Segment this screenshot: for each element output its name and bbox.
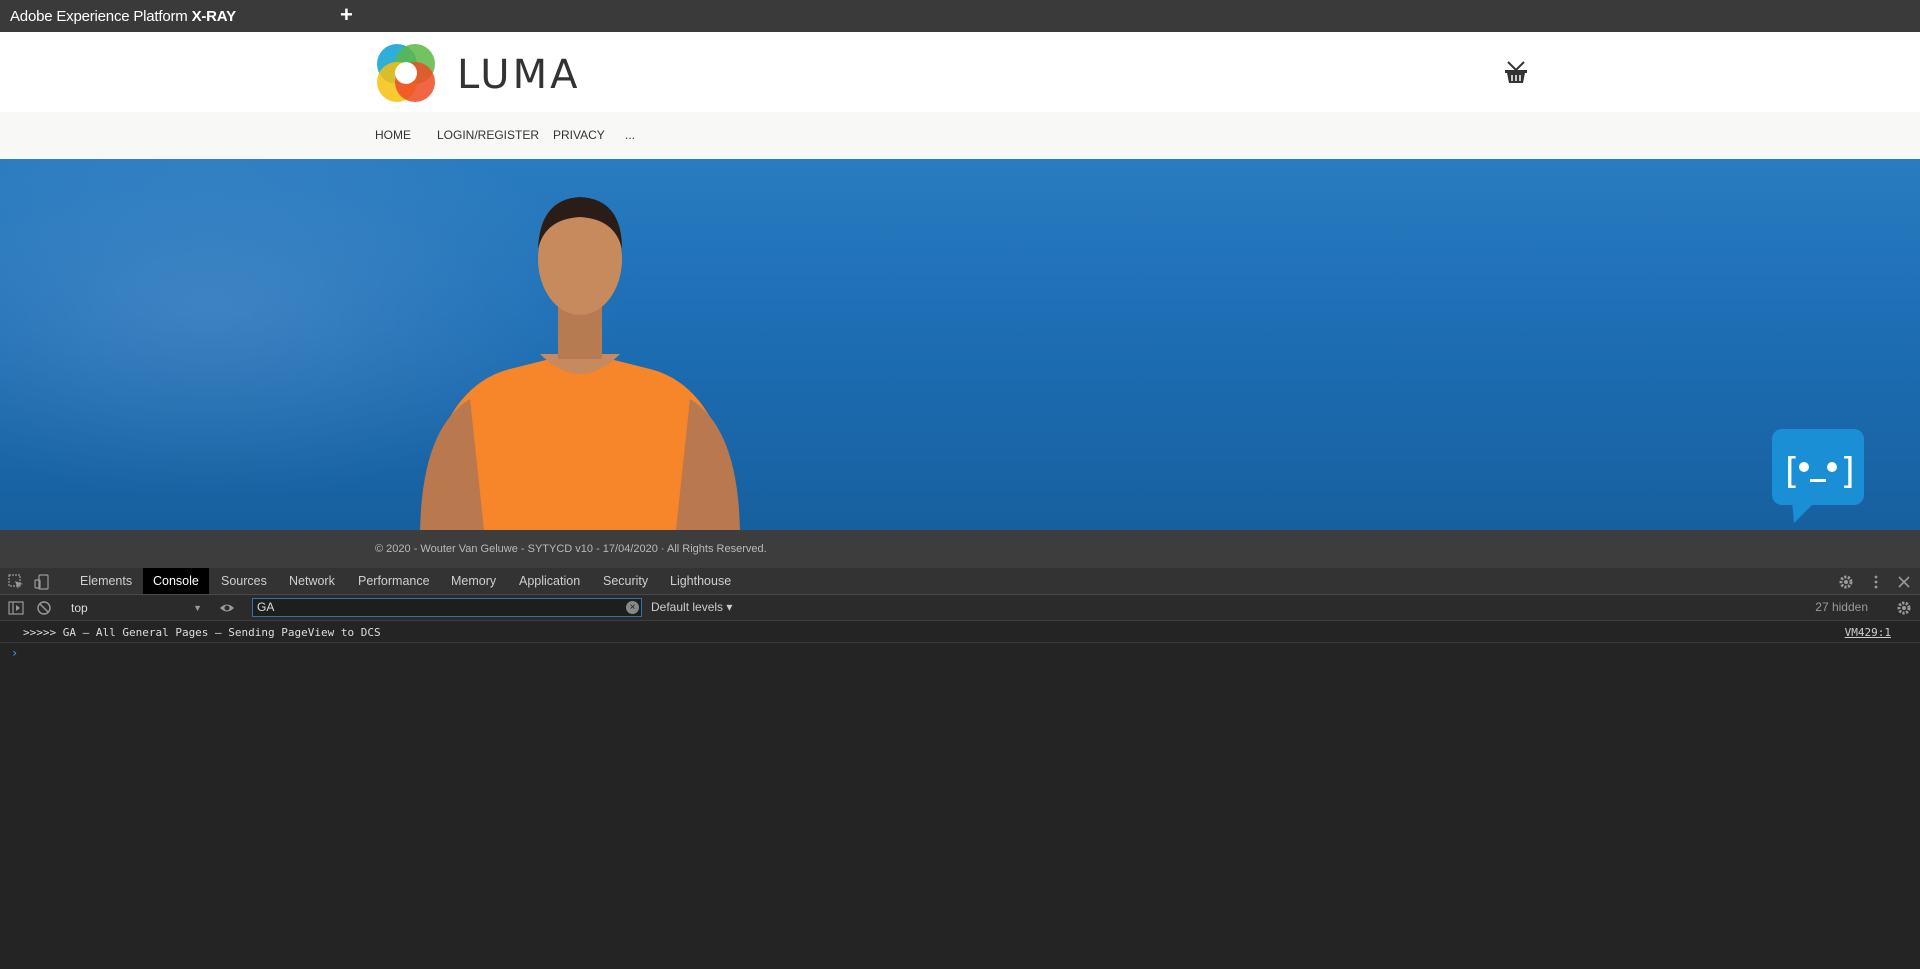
tab-lighthouse[interactable]: Lighthouse [660,568,741,594]
nav-login-register[interactable]: LOGIN/REGISTER [437,128,539,142]
log-levels-dropdown[interactable]: Default levels ▾ [651,600,732,614]
console-message-text: >>>>> GA – All General Pages – Sending P… [23,626,381,639]
device-toolbar-icon[interactable] [34,574,50,590]
close-icon[interactable] [1896,574,1912,590]
app-title: Adobe Experience Platform X-RAY [10,8,236,25]
luma-logo[interactable]: LUMA [375,42,585,106]
devtools-panel: Elements Console Sources Network Perform… [0,568,1920,969]
nav-home[interactable]: HOME [375,128,411,142]
console-settings-gear-icon[interactable] [1896,600,1912,616]
console-toolbar: top ▼ GA × Default levels ▾ 27 hidden [0,595,1920,621]
app-title-bar: Adobe Experience Platform X-RAY + [0,0,1920,32]
hidden-messages-count: 27 hidden [1815,600,1868,614]
settings-gear-icon[interactable] [1838,574,1854,590]
nav-privacy[interactable]: PRIVACY [553,128,605,142]
console-filter-input[interactable]: GA [252,598,642,617]
chatbot-icon[interactable]: [ ] [1772,429,1864,523]
hero-person-image [420,197,740,530]
tab-memory[interactable]: Memory [441,568,506,594]
clear-filter-icon[interactable]: × [626,601,639,614]
nav-more[interactable]: ... [625,128,635,142]
footer-copyright: © 2020 - Wouter Van Geluwe - SYTYCD v10 … [375,543,767,555]
console-message-source-link[interactable]: VM429:1 [1845,626,1891,639]
tab-performance[interactable]: Performance [348,568,440,594]
dropdown-arrow-icon: ▼ [193,603,202,613]
svg-text:]: ] [1838,451,1860,492]
inspect-element-icon[interactable] [8,574,24,590]
logo-text: LUMA [457,52,581,98]
devtools-tabbar: Elements Console Sources Network Perform… [0,568,1920,595]
basket-icon[interactable] [1502,58,1530,86]
svg-text:[: [ [1780,451,1802,492]
tab-application[interactable]: Application [509,568,590,594]
hero-banner: [ ] [0,159,1920,530]
tab-elements[interactable]: Elements [70,568,142,594]
sidebar-toggle-icon[interactable] [8,600,24,616]
site-footer: © 2020 - Wouter Van Geluwe - SYTYCD v10 … [0,530,1920,568]
context-select[interactable]: top ▼ [66,599,204,617]
site-nav: HOME LOGIN/REGISTER PRIVACY ... [0,112,1920,159]
context-value: top [71,601,88,615]
live-expression-eye-icon[interactable] [219,600,235,616]
tab-console[interactable]: Console [143,568,209,594]
tab-security[interactable]: Security [593,568,658,594]
console-message: >>>>> GA – All General Pages – Sending P… [0,622,1920,643]
console-prompt[interactable]: › [11,646,18,660]
site-header: LUMA [0,32,1920,112]
luma-logo-icon [377,44,435,102]
clear-console-icon[interactable] [36,600,52,616]
more-options-icon[interactable] [1868,574,1884,590]
tab-network[interactable]: Network [279,568,345,594]
tab-sources[interactable]: Sources [211,568,277,594]
new-tab-button[interactable]: + [340,2,353,28]
